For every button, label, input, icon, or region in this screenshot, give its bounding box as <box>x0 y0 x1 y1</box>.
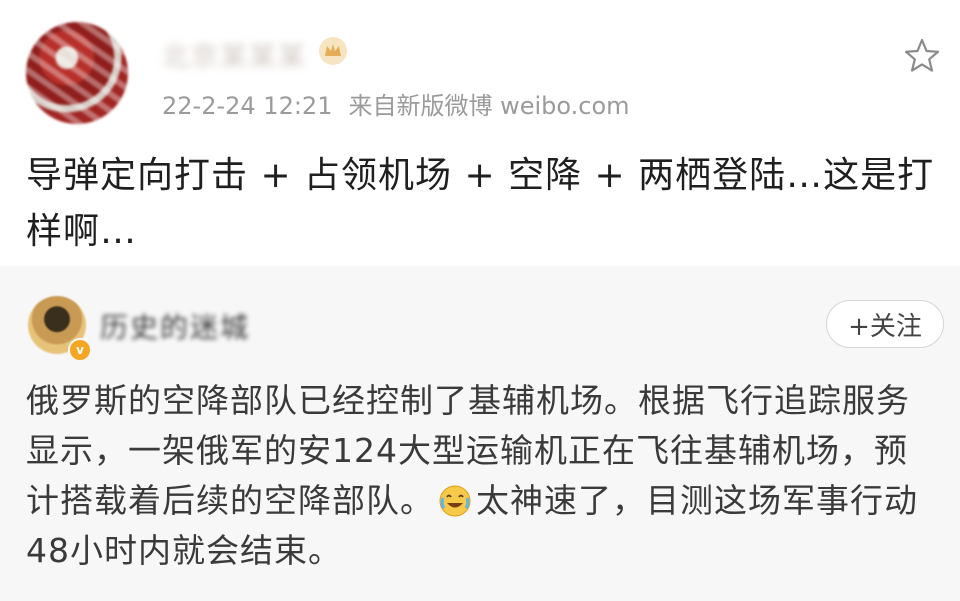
repost-username[interactable]: 历史的迷城 <box>100 306 250 346</box>
post-source: 来自新版微博 weibo.com <box>348 92 630 120</box>
verified-badge-icon: v <box>68 338 92 362</box>
repost-block[interactable]: v 历史的迷城 +关注 俄罗斯的空降部队已经控制了基辅机场。根据飞行追踪服务显示… <box>0 266 960 601</box>
laugh-cry-emoji-icon <box>439 485 471 517</box>
post-meta: 22-2-24 12:21 来自新版微博 weibo.com <box>162 86 646 121</box>
weibo-post-card: 北京某某某 22-2-24 12:21 来自新版微博 weibo.com 导弹定向… <box>0 0 960 601</box>
timestamp: 22-2-24 12:21 <box>162 92 333 120</box>
repost-text: 俄罗斯的空降部队已经控制了基辅机场。根据飞行追踪服务显示，一架俄军的安124大型… <box>26 376 941 576</box>
star-icon[interactable] <box>902 36 942 76</box>
follow-button[interactable]: +关注 <box>826 300 944 348</box>
avatar[interactable] <box>26 22 128 124</box>
crown-icon <box>319 37 347 65</box>
post-text: 导弹定向打击 + 占领机场 + 空降 + 两栖登陆…这是打样啊… <box>26 155 935 252</box>
username-text[interactable]: 北京某某某 <box>162 35 307 74</box>
